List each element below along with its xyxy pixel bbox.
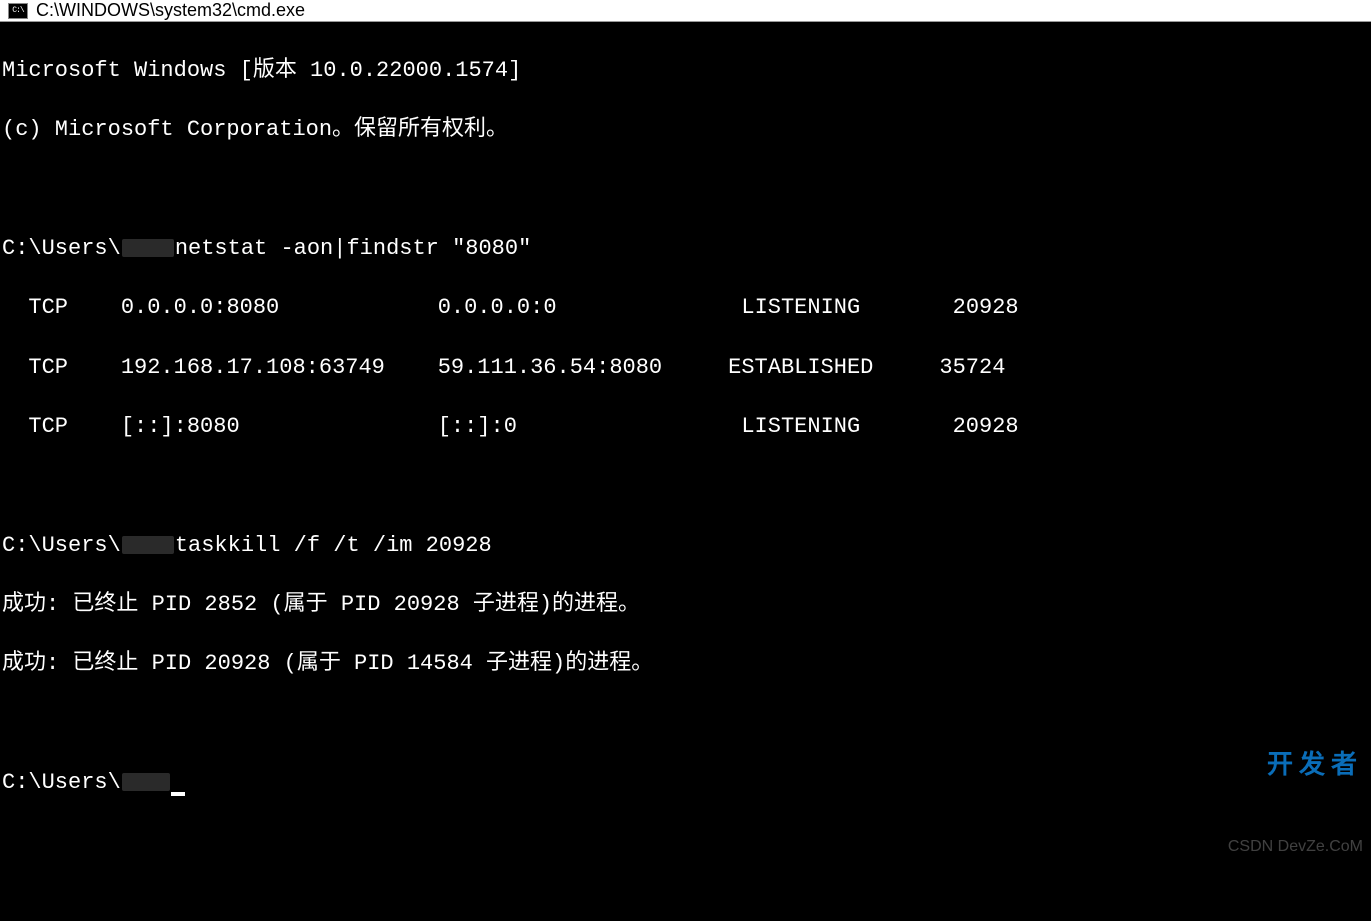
netstat-row: TCP [::]:8080 [::]:0 LISTENING 20928 xyxy=(2,412,1369,442)
blank-line xyxy=(2,471,1369,501)
redacted-username xyxy=(122,239,174,257)
watermark: 开发者 CSDN DevZe.CoM xyxy=(1228,688,1363,917)
prompt-line: C:\Users\taskkill /f /t /im 20928 xyxy=(2,531,1369,561)
command-text: taskkill /f /t /im 20928 xyxy=(175,533,492,558)
netstat-row: TCP 192.168.17.108:63749 59.111.36.54:80… xyxy=(2,353,1369,383)
cmd-icon: C:\ xyxy=(8,3,28,19)
prompt-line: C:\Users\ xyxy=(2,768,1369,798)
terminal-area[interactable]: Microsoft Windows [版本 10.0.22000.1574] (… xyxy=(0,22,1371,921)
watermark-main: 开发者 xyxy=(1228,747,1363,782)
titlebar[interactable]: C:\ C:\WINDOWS\system32\cmd.exe xyxy=(0,0,1371,22)
banner-line: Microsoft Windows [版本 10.0.22000.1574] xyxy=(2,56,1369,86)
window-title: C:\WINDOWS\system32\cmd.exe xyxy=(36,0,305,21)
command-text: netstat -aon|findstr "8080" xyxy=(175,236,531,261)
blank-line xyxy=(2,709,1369,739)
prompt-line: C:\Users\netstat -aon|findstr "8080" xyxy=(2,234,1369,264)
watermark-sub: CSDN DevZe.CoM xyxy=(1228,836,1363,858)
banner-line: (c) Microsoft Corporation。保留所有权利。 xyxy=(2,115,1369,145)
redacted-username xyxy=(122,773,170,791)
cmd-window: C:\ C:\WINDOWS\system32\cmd.exe Microsof… xyxy=(0,0,1371,709)
output-line: 成功: 已终止 PID 2852 (属于 PID 20928 子进程)的进程。 xyxy=(2,590,1369,620)
netstat-row: TCP 0.0.0.0:8080 0.0.0.0:0 LISTENING 209… xyxy=(2,293,1369,323)
output-line: 成功: 已终止 PID 20928 (属于 PID 14584 子进程)的进程。 xyxy=(2,649,1369,679)
cursor xyxy=(171,792,185,796)
blank-line xyxy=(2,174,1369,204)
redacted-username xyxy=(122,536,174,554)
